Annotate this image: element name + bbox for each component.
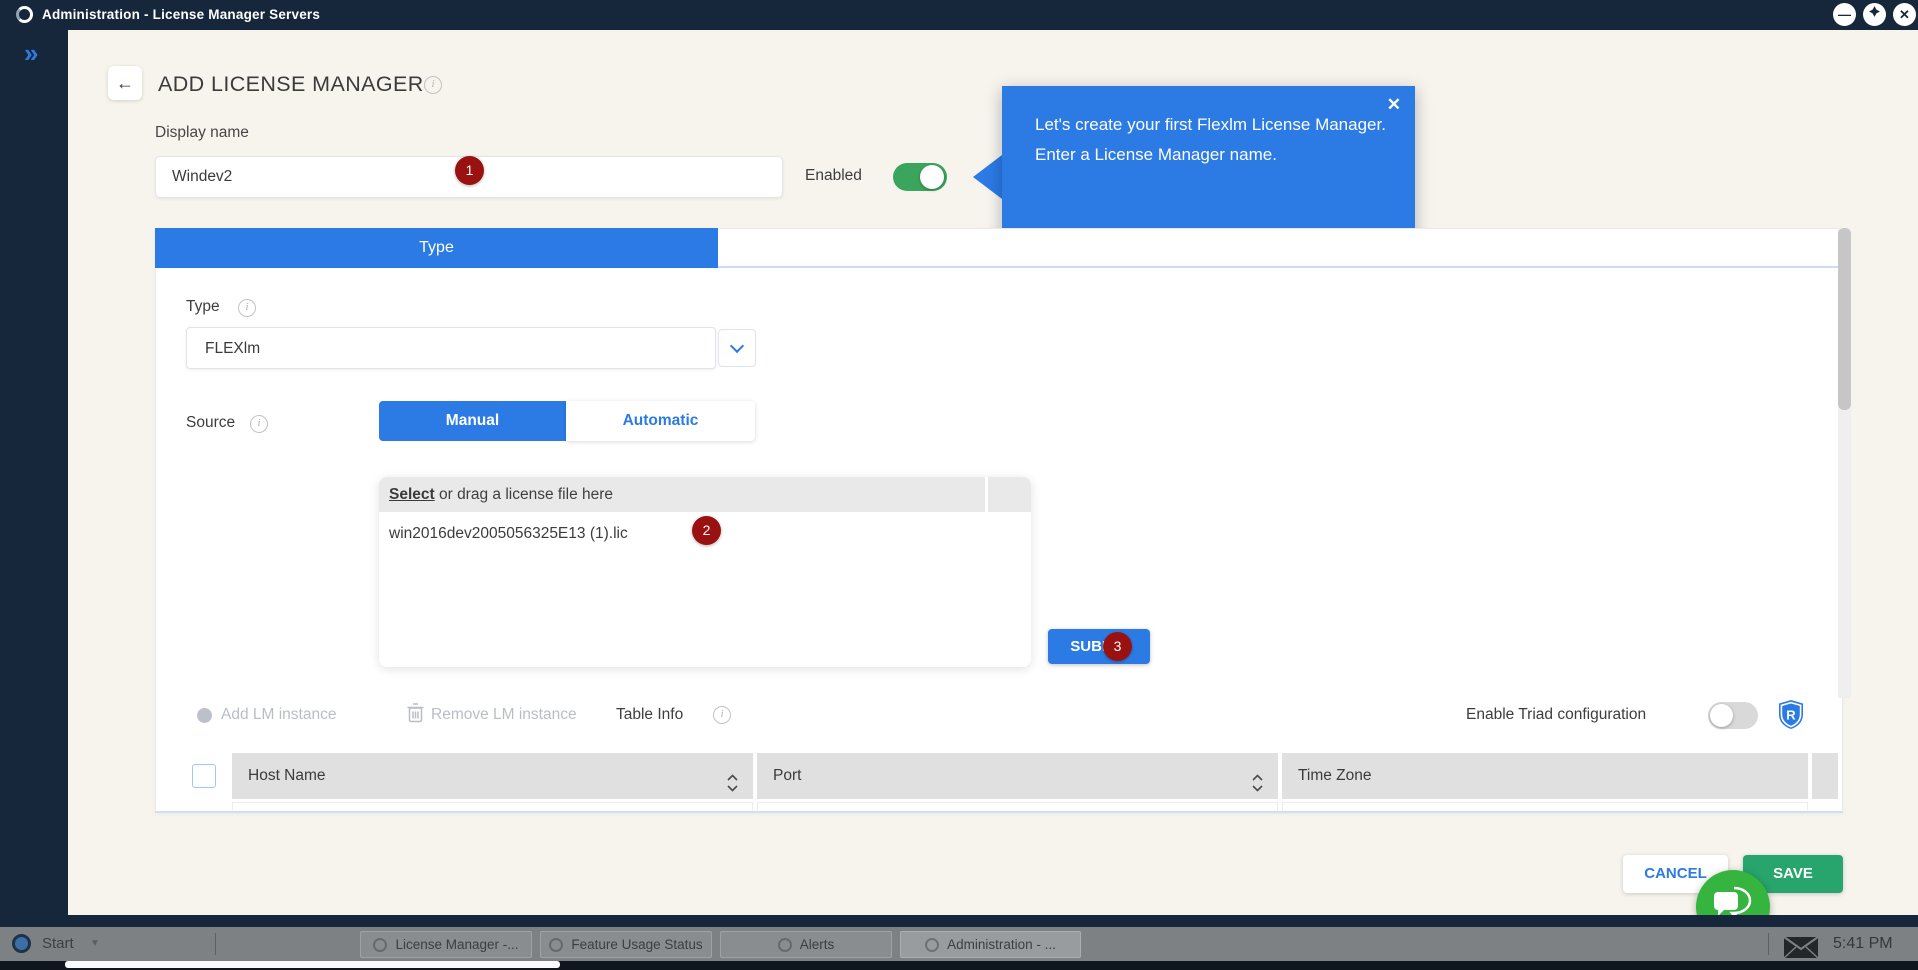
column-header-spacer [1812, 753, 1838, 799]
step-badge-3: 3 [1103, 632, 1132, 661]
taskbar-item-license-manager[interactable]: License Manager -... [360, 931, 532, 958]
column-label: Host Name [248, 767, 326, 784]
tooltip-line-2: Enter a License Manager name. [1035, 140, 1387, 170]
license-file-item: win2016dev2005056325E13 (1).lic [389, 525, 628, 543]
page-title: ADD LICENSE MANAGER [158, 72, 424, 97]
column-header-time-zone[interactable]: Time Zone [1282, 753, 1808, 799]
trash-icon [407, 703, 424, 728]
taskbar-item-feature-usage-status[interactable]: Feature Usage Status [540, 931, 712, 958]
sidebar-expand-icon[interactable]: » [24, 40, 38, 66]
title-bar: Administration - License Manager Servers… [0, 0, 1918, 30]
shield-r-logo-icon: R [1777, 699, 1805, 735]
app-logo-icon [16, 6, 33, 23]
source-automatic-button[interactable]: Automatic [566, 401, 755, 441]
clock-time: 5:41 PM [1833, 927, 1893, 961]
toggle-knob [1710, 704, 1733, 727]
submit-button[interactable]: SUBMIT [1048, 629, 1150, 664]
svg-text:R: R [1786, 708, 1796, 723]
start-caret-icon: ▼ [90, 927, 100, 961]
back-button[interactable]: ← [108, 66, 142, 100]
enabled-label: Enabled [805, 167, 862, 185]
left-sidebar [0, 30, 68, 915]
page-title-info-icon[interactable]: i [424, 76, 442, 94]
table-info-icon[interactable]: i [713, 706, 731, 724]
license-file-dropzone[interactable]: Select or drag a license file here win20… [379, 477, 1031, 667]
triad-configuration-label: Enable Triad configuration [1466, 706, 1646, 724]
dropzone-hint: or drag a license file here [435, 486, 613, 503]
taskbar-item-administration[interactable]: Administration - ... [900, 931, 1081, 958]
window-bottom-edge [0, 915, 1918, 927]
application-window: Administration - License Manager Servers… [0, 0, 1918, 970]
tab-type[interactable]: Type [155, 228, 718, 268]
type-info-icon[interactable]: i [238, 299, 256, 317]
maximize-icon[interactable] [1863, 3, 1886, 26]
source-manual-button[interactable]: Manual [379, 401, 566, 441]
column-header-host-name[interactable]: Host Name [232, 753, 753, 799]
tooltip-arrow [973, 155, 1002, 199]
tooltip-text: Let's create your first Flexlm License M… [1035, 110, 1387, 170]
triad-toggle[interactable] [1708, 702, 1758, 729]
source-info-icon[interactable]: i [250, 415, 268, 433]
select-file-link[interactable]: Select [389, 486, 435, 503]
tooltip-line-1: Let's create your first Flexlm License M… [1035, 110, 1387, 140]
task-app-icon [549, 938, 563, 952]
source-label: Source [186, 414, 235, 432]
task-label: License Manager -... [395, 937, 518, 952]
step-badge-2: 2 [692, 516, 721, 545]
toggle-knob [920, 165, 944, 189]
display-name-label: Display name [155, 124, 249, 142]
panel-bottom-line [155, 811, 1843, 813]
add-lm-instance-button[interactable]: Add LM instance [221, 706, 336, 724]
task-app-icon [925, 938, 939, 952]
column-label: Port [773, 767, 801, 784]
enabled-toggle[interactable] [893, 163, 947, 191]
horizontal-scrollbar-thumb[interactable] [65, 961, 560, 968]
table-info-label: Table Info [616, 706, 683, 724]
taskbar-item-alerts[interactable]: Alerts [720, 931, 892, 958]
close-icon[interactable]: ✕ [1893, 3, 1916, 26]
start-logo-icon [12, 934, 31, 953]
type-select[interactable]: FLEXlm [186, 327, 716, 369]
remove-lm-instance-button[interactable]: Remove LM instance [431, 706, 577, 724]
task-label: Feature Usage Status [571, 937, 702, 952]
taskbar-separator [1768, 933, 1769, 955]
start-button[interactable]: Start [42, 927, 74, 961]
chevron-down-icon[interactable] [718, 329, 756, 367]
step-badge-1: 1 [455, 156, 484, 185]
mail-icon[interactable] [1783, 936, 1819, 964]
minimize-icon[interactable]: — [1833, 3, 1856, 26]
tooltip-close-icon[interactable]: ✕ [1387, 95, 1401, 115]
column-label: Time Zone [1298, 767, 1372, 784]
type-label: Type [186, 298, 220, 316]
dropzone-header: Select or drag a license file here [379, 477, 985, 512]
vertical-scrollbar-thumb[interactable] [1838, 228, 1851, 410]
column-header-port[interactable]: Port [757, 753, 1278, 799]
task-app-icon [373, 938, 387, 952]
taskbar-separator [215, 933, 216, 955]
task-label: Administration - ... [947, 937, 1056, 952]
select-all-checkbox[interactable] [192, 764, 216, 788]
task-app-icon [778, 938, 792, 952]
window-title: Administration - License Manager Servers [42, 0, 320, 30]
task-label: Alerts [800, 937, 835, 952]
dropzone-header-cell [988, 477, 1031, 512]
add-instance-icon [197, 708, 212, 723]
